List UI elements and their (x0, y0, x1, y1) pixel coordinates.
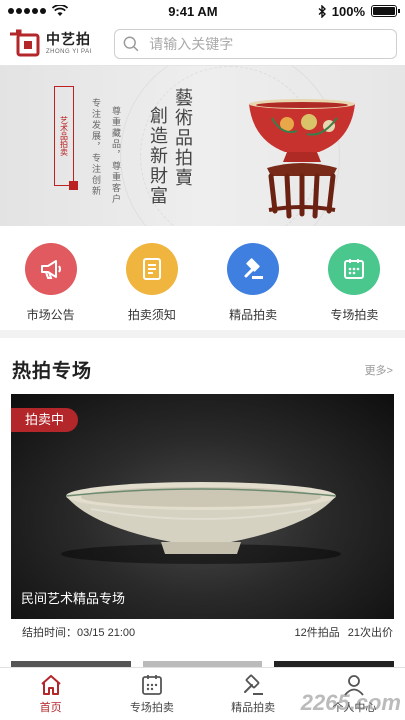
lot-count: 12件拍品 (294, 627, 340, 639)
battery-percent: 100% (331, 3, 365, 19)
quick-item-notice[interactable]: 拍卖须知 (107, 243, 197, 330)
quick-menu: 市场公告 拍卖须知 精品拍卖 专场拍卖 (0, 226, 405, 330)
quick-item-special-auction[interactable]: 专场拍卖 (309, 243, 399, 330)
quick-label: 市场公告 (26, 308, 75, 322)
quick-label: 拍卖须知 (127, 308, 176, 322)
promo-banner[interactable]: 艺术品拍卖 尊重藏品，尊重客户 专注发展，专注创新 藝術品拍賣 創造新財富 (0, 66, 405, 226)
app-logo[interactable]: 中艺拍 ZHONG YI PAI (8, 29, 108, 59)
gavel-icon (227, 243, 280, 295)
card-meta: 结拍时间：03/15 21:00 12件拍品 21次出价 (0, 624, 405, 640)
tab-label: 首页 (39, 701, 62, 714)
signal-area (8, 5, 68, 17)
status-bar: 9:41 AM 100% (0, 0, 405, 22)
tab-special-auction[interactable]: 专场拍卖 (112, 668, 192, 720)
auction-card[interactable]: 拍卖中 民间艺术精品专场 (11, 394, 394, 619)
gavel-icon (244, 674, 264, 695)
quick-label: 专场拍卖 (330, 308, 379, 322)
bottom-tab-bar: 首页 专场拍卖 精品拍卖 个人中心 2265.com (0, 667, 405, 720)
document-icon (125, 243, 178, 295)
wifi-icon (52, 5, 68, 16)
more-link[interactable]: 更多> (365, 362, 393, 378)
home-icon (40, 674, 61, 695)
signal-icon (8, 8, 46, 14)
search-box[interactable] (114, 28, 397, 59)
logo-mark-icon (10, 29, 40, 56)
quick-item-announcements[interactable]: 市场公告 (6, 243, 96, 330)
logo-name: 中艺拍 (46, 31, 91, 47)
search-input[interactable] (149, 35, 388, 52)
calendar-icon (328, 243, 381, 295)
logo-english: ZHONG YI PAI (46, 49, 92, 55)
tab-home[interactable]: 首页 (11, 668, 91, 720)
status-right: 100% (318, 3, 400, 19)
battery-icon (371, 5, 400, 17)
banner-tag: 艺术品拍卖 (54, 86, 78, 190)
status-time: 9:41 AM (168, 3, 218, 19)
card-title: 民间艺术精品专场 (21, 591, 126, 606)
calendar-icon (141, 674, 162, 695)
banner-slogan-a: 专注发展，专注创新 (91, 98, 101, 197)
tab-label: 精品拍卖 (231, 701, 276, 714)
banner-title-b: 創造新財富 (148, 106, 168, 206)
tab-boutique-auction[interactable]: 精品拍卖 (213, 668, 293, 720)
site-watermark: 2265.com (300, 690, 401, 715)
banner-title-a: 藝術品拍賣 (173, 88, 193, 188)
bid-count: 21次出价 (347, 627, 393, 639)
status-badge: 拍卖中 (11, 408, 79, 432)
search-icon (123, 36, 139, 51)
end-time: 结拍时间：03/15 21:00 (22, 627, 136, 639)
tab-label: 专场拍卖 (129, 701, 174, 714)
app-header: 中艺拍 ZHONG YI PAI (0, 22, 405, 66)
quick-item-boutique-auction[interactable]: 精品拍卖 (208, 243, 298, 330)
porcelain-bowl-image (249, 99, 355, 219)
megaphone-icon (24, 243, 77, 295)
banner-slogan-b: 尊重藏品，尊重客户 (111, 106, 121, 205)
bluetooth-icon (318, 4, 326, 18)
quick-label: 精品拍卖 (229, 308, 278, 322)
hot-auction-section: 热拍专场 更多> 拍卖中 民间艺术精品专场 结拍时间：03/15 21:00 1… (0, 338, 405, 668)
section-title: 热拍专场 (12, 361, 93, 382)
